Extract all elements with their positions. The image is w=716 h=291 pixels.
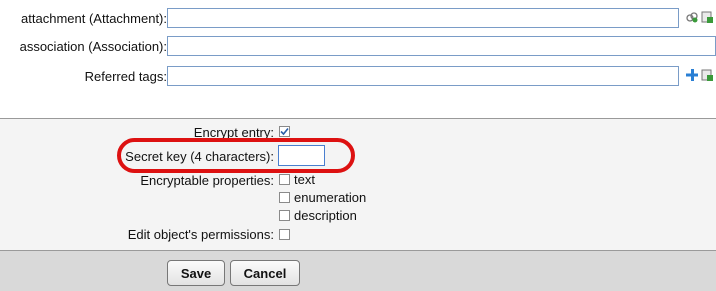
attachment-row: attachment (Attachment): (0, 8, 716, 30)
secret-key-label: Secret key (4 characters): (125, 149, 274, 164)
property-text-label: text (294, 172, 315, 187)
property-enumeration-checkbox[interactable] (279, 192, 290, 203)
attachment-label: attachment (Attachment): (21, 11, 167, 26)
association-input[interactable] (167, 36, 716, 56)
property-enumeration-label: enumeration (294, 190, 367, 205)
edit-permissions-label: Edit object's permissions: (127, 227, 274, 242)
action-bar: Save Cancel (0, 250, 716, 291)
add-document-icon[interactable] (701, 11, 713, 23)
encrypt-entry-checkbox[interactable] (279, 126, 290, 137)
encryptable-properties-label: Encryptable properties: (140, 173, 274, 188)
referred-tags-label: Referred tags: (84, 69, 167, 84)
association-row: association (Association): (0, 36, 716, 58)
add-document-icon[interactable] (701, 69, 713, 81)
referred-tags-row: Referred tags: (0, 66, 716, 88)
link-icon[interactable] (686, 11, 698, 23)
property-description-checkbox[interactable] (279, 210, 290, 221)
property-text-checkbox[interactable] (279, 174, 290, 185)
edit-permissions-checkbox[interactable] (279, 229, 290, 240)
referred-tags-input[interactable] (167, 66, 679, 86)
check-icon (280, 127, 289, 136)
encryption-section: Encrypt entry: Secret key (4 characters)… (0, 118, 716, 251)
property-description-label: description (294, 208, 357, 223)
secret-key-input[interactable] (278, 145, 325, 166)
association-label: association (Association): (19, 39, 167, 54)
save-button[interactable]: Save (167, 260, 225, 286)
plus-icon[interactable] (686, 69, 698, 81)
attachment-input[interactable] (167, 8, 679, 28)
cancel-button[interactable]: Cancel (230, 260, 300, 286)
